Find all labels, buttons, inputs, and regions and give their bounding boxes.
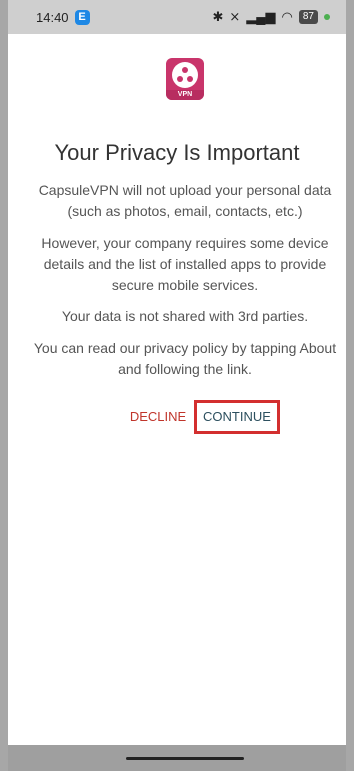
status-left: 14:40 E bbox=[36, 9, 90, 25]
action-buttons: DECLINE CONTINUE bbox=[8, 400, 346, 434]
no-signal-icon: ⨯ bbox=[229, 9, 241, 24]
paragraph-company: However, your company requires some devi… bbox=[41, 235, 329, 293]
paragraph-sharing: Your data is not shared with 3rd parties… bbox=[61, 308, 309, 324]
logo-node bbox=[182, 67, 188, 73]
carrier-badge-icon: E bbox=[74, 9, 90, 25]
charging-indicator-icon bbox=[324, 14, 330, 20]
battery-icon: 87 bbox=[298, 10, 318, 24]
bluetooth-icon: ✱ bbox=[212, 9, 224, 24]
page-title: Your Privacy Is Important bbox=[54, 140, 300, 165]
status-bar: 14:40 E ✱ ⨯ ▂▄▆ ◠ 87 bbox=[8, 0, 346, 34]
navigation-bar bbox=[8, 745, 346, 771]
logo-label: VPN bbox=[166, 90, 204, 100]
home-gesture-handle[interactable] bbox=[126, 757, 244, 760]
wifi-icon: ◠ bbox=[281, 9, 293, 24]
logo-circle bbox=[172, 62, 198, 88]
status-time: 14:40 bbox=[36, 9, 69, 25]
logo-node bbox=[187, 76, 193, 82]
logo-node bbox=[177, 76, 183, 82]
continue-button[interactable]: CONTINUE bbox=[194, 400, 280, 434]
status-right: ✱ ⨯ ▂▄▆ ◠ 87 bbox=[212, 9, 330, 25]
paragraph-policy: You can read our privacy policy by tappi… bbox=[33, 340, 337, 377]
signal-icon: ▂▄▆ bbox=[246, 9, 276, 24]
paragraph-upload: CapsuleVPN will not upload your personal… bbox=[38, 182, 332, 219]
phone-screen: 14:40 E ✱ ⨯ ▂▄▆ ◠ 87 VPN Your Privacy Is… bbox=[0, 0, 354, 771]
decline-button[interactable]: DECLINE bbox=[118, 400, 198, 434]
capsulevpn-logo: VPN bbox=[166, 58, 204, 100]
